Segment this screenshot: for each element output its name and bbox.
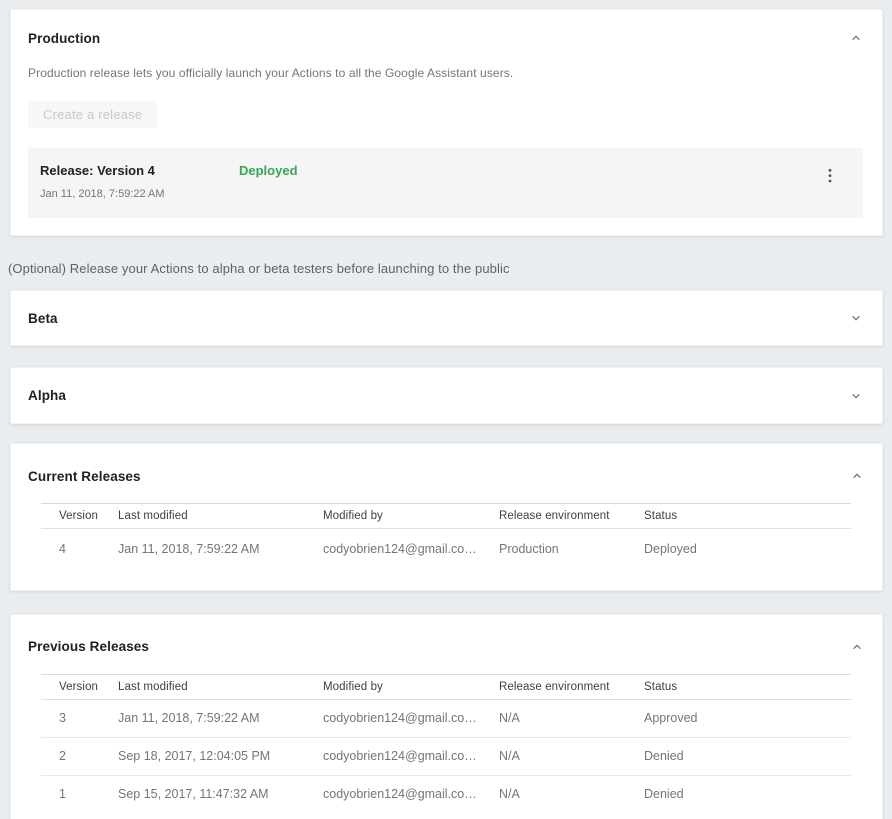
previous-releases-collapse-button[interactable] xyxy=(848,638,866,656)
previous-releases-card: Previous Releases Version Last modified … xyxy=(10,614,883,819)
previous-releases-title: Previous Releases xyxy=(28,639,149,654)
production-section-header: Production xyxy=(28,29,865,47)
cell-modified-by: codyobrien124@gmail.co… xyxy=(323,737,499,775)
beta-section-title: Beta xyxy=(28,311,58,326)
chevron-up-icon xyxy=(848,30,864,46)
previous-releases-table: Version Last modified Modified by Releas… xyxy=(41,674,851,814)
cell-status: Deployed xyxy=(644,529,851,569)
chevron-up-icon xyxy=(849,639,865,655)
beta-section-card[interactable]: Beta xyxy=(10,290,883,346)
column-header-modified-by: Modified by xyxy=(323,674,499,699)
column-header-release-environment: Release environment xyxy=(499,674,644,699)
release-info: Release: Version 4 Deployed Jan 11, 2018… xyxy=(40,163,821,200)
column-header-release-environment: Release environment xyxy=(499,504,644,529)
table-header-row: Version Last modified Modified by Releas… xyxy=(41,504,851,529)
cell-last-modified: Sep 15, 2017, 11:47:32 AM xyxy=(118,775,323,813)
column-header-last-modified: Last modified xyxy=(118,674,323,699)
cell-release-environment: N/A xyxy=(499,775,644,813)
cell-version: 3 xyxy=(41,699,118,737)
cell-status: Denied xyxy=(644,775,851,813)
column-header-last-modified: Last modified xyxy=(118,504,323,529)
cell-release-environment: N/A xyxy=(499,737,644,775)
production-section-title: Production xyxy=(28,31,100,46)
cell-release-environment: Production xyxy=(499,529,644,569)
production-section-card: Production Production release lets you o… xyxy=(10,9,883,236)
release-title: Release: Version 4 xyxy=(40,163,239,178)
current-releases-collapse-button[interactable] xyxy=(848,467,866,485)
chevron-down-icon xyxy=(848,388,864,404)
production-release-row: Release: Version 4 Deployed Jan 11, 2018… xyxy=(28,148,863,218)
cell-version: 2 xyxy=(41,737,118,775)
release-title-line: Release: Version 4 Deployed xyxy=(40,163,821,178)
release-status-badge: Deployed xyxy=(239,163,298,178)
column-header-version: Version xyxy=(41,504,118,529)
cell-version: 1 xyxy=(41,775,118,813)
current-releases-card: Current Releases Version Last modified M… xyxy=(10,443,883,591)
table-header-row: Version Last modified Modified by Releas… xyxy=(41,674,851,699)
alpha-expand-button[interactable] xyxy=(847,387,865,405)
cell-last-modified: Jan 11, 2018, 7:59:22 AM xyxy=(118,529,323,569)
previous-releases-header: Previous Releases xyxy=(28,638,866,656)
alpha-section-card[interactable]: Alpha xyxy=(10,367,883,424)
cell-status: Denied xyxy=(644,737,851,775)
cell-last-modified: Jan 11, 2018, 7:59:22 AM xyxy=(118,699,323,737)
cell-modified-by: codyobrien124@gmail.co… xyxy=(323,529,499,569)
cell-version: 4 xyxy=(41,529,118,569)
current-releases-header: Current Releases xyxy=(28,467,866,485)
chevron-up-icon xyxy=(849,468,865,484)
current-releases-table: Version Last modified Modified by Releas… xyxy=(41,503,851,569)
release-menu-button[interactable] xyxy=(821,167,839,185)
optional-testing-note: (Optional) Release your Actions to alpha… xyxy=(8,261,883,276)
table-row: 4 Jan 11, 2018, 7:59:22 AM codyobrien124… xyxy=(41,529,851,569)
column-header-status: Status xyxy=(644,674,851,699)
production-description: Production release lets you officially l… xyxy=(28,66,865,80)
release-date: Jan 11, 2018, 7:59:22 AM xyxy=(40,188,821,200)
chevron-down-icon xyxy=(848,310,864,326)
cell-modified-by: codyobrien124@gmail.co… xyxy=(323,699,499,737)
cell-release-environment: N/A xyxy=(499,699,644,737)
more-vert-icon xyxy=(822,167,838,185)
cell-status: Approved xyxy=(644,699,851,737)
cell-modified-by: codyobrien124@gmail.co… xyxy=(323,775,499,813)
alpha-section-title: Alpha xyxy=(28,388,66,403)
table-row: 3 Jan 11, 2018, 7:59:22 AM codyobrien124… xyxy=(41,699,851,737)
releases-page: Production Production release lets you o… xyxy=(0,0,892,819)
table-row: 2 Sep 18, 2017, 12:04:05 PM codyobrien12… xyxy=(41,737,851,775)
beta-expand-button[interactable] xyxy=(847,309,865,327)
production-collapse-button[interactable] xyxy=(847,29,865,47)
cell-last-modified: Sep 18, 2017, 12:04:05 PM xyxy=(118,737,323,775)
column-header-modified-by: Modified by xyxy=(323,504,499,529)
create-release-button[interactable]: Create a release xyxy=(28,101,157,128)
current-releases-title: Current Releases xyxy=(28,469,141,484)
table-row: 1 Sep 15, 2017, 11:47:32 AM codyobrien12… xyxy=(41,775,851,813)
column-header-status: Status xyxy=(644,504,851,529)
column-header-version: Version xyxy=(41,674,118,699)
